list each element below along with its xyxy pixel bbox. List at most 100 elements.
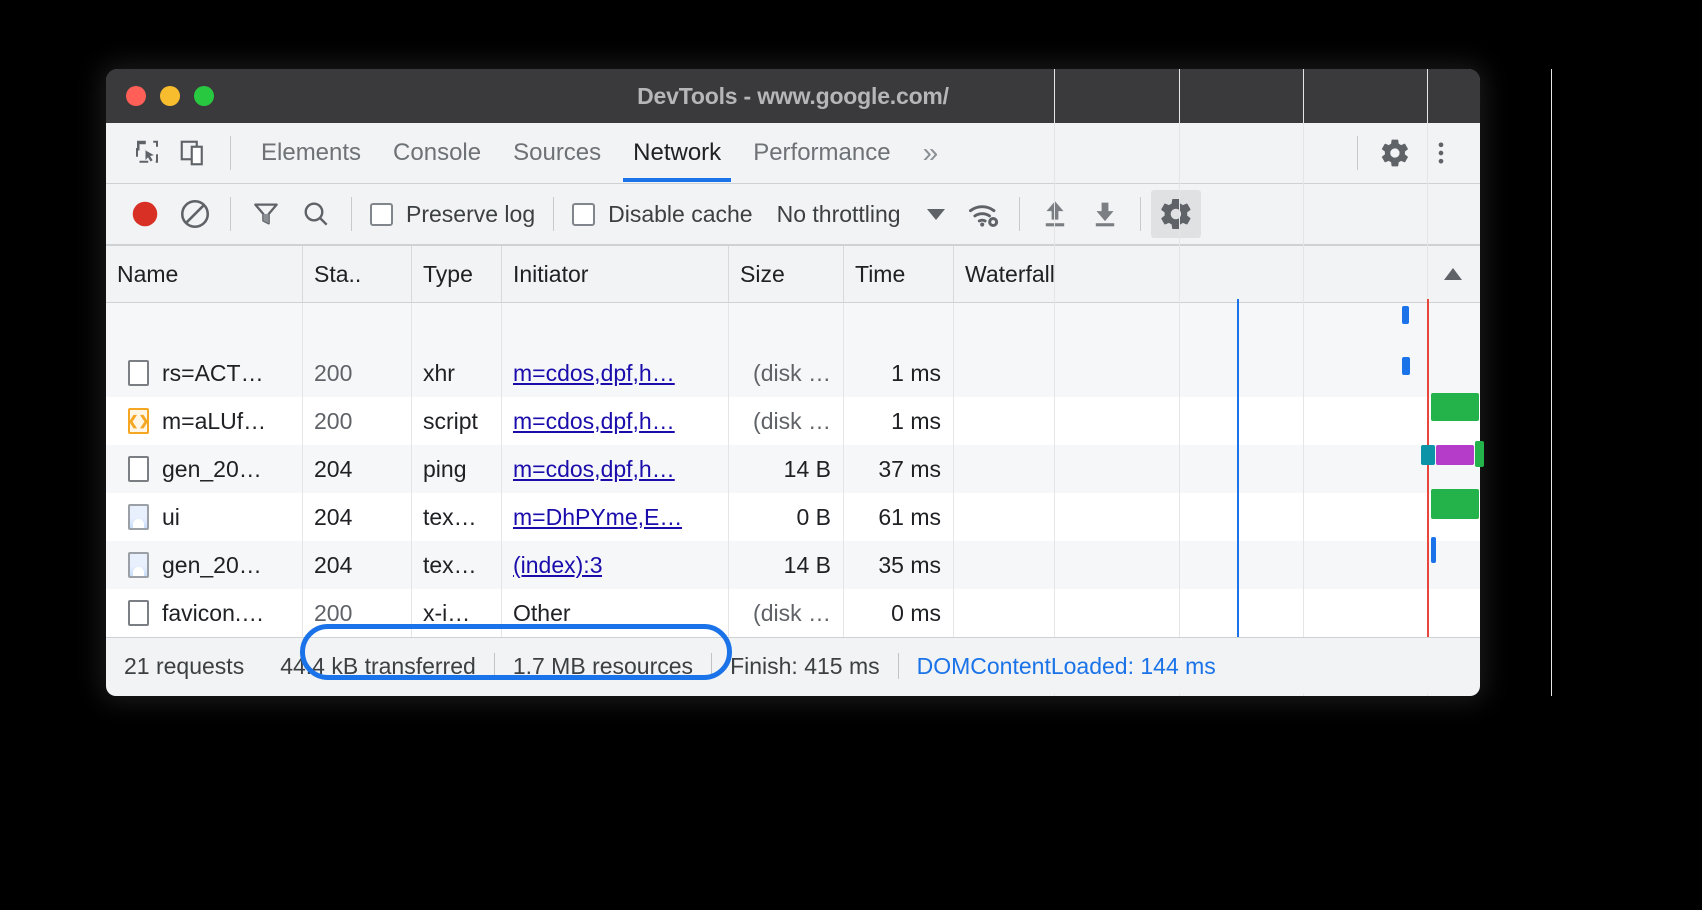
request-initiator[interactable]: (index):3 [502,541,729,589]
network-conditions-icon[interactable] [959,190,1009,238]
devtools-tab-strip: Elements Console Sources Network Perform… [106,123,1480,184]
initiator-text: Other [513,599,571,626]
tabstrip-divider [230,136,231,170]
column-header-size[interactable]: Size [729,246,844,302]
request-name-cell[interactable]: favicon.… [106,589,303,637]
request-initiator[interactable]: m=cdos,dpf,h… [502,349,729,397]
device-toolbar-icon[interactable] [170,132,216,174]
preserve-log-checkbox[interactable]: Preserve log [362,201,543,228]
column-header-type[interactable]: Type [412,246,502,302]
request-name-cell[interactable]: rs=ACT… [106,349,303,397]
request-initiator[interactable]: m=cdos,dpf,h… [502,445,729,493]
initiator-link[interactable]: m=cdos,dpf,h… [513,360,675,387]
network-settings-gear-icon[interactable] [1150,190,1201,238]
request-name-cell[interactable]: gen_20… [106,445,303,493]
toolbar-divider-4 [1018,197,1020,231]
table-row-spacer [106,303,1480,349]
export-har-icon[interactable] [1080,190,1130,238]
file-document-icon [128,552,149,578]
transferred-size: 44.4 kB transferred [280,652,476,679]
toolbar-divider-1 [230,197,231,231]
request-time: 61 ms [844,493,954,541]
column-header-waterfall[interactable]: Waterfall [954,246,1480,302]
inspect-element-icon[interactable] [124,132,170,174]
request-size: (disk … [729,589,844,637]
initiator-link[interactable]: (index):3 [513,552,602,579]
request-initiator[interactable]: m=DhPYme,E… [502,493,729,541]
chevron-down-icon[interactable] [926,208,945,220]
import-har-icon[interactable] [1030,190,1080,238]
request-name-cell[interactable]: gen_20… [106,541,303,589]
request-name: favicon.… [162,599,265,626]
more-tabs-icon[interactable]: » [907,124,955,182]
table-row[interactable]: favicon.… 200 x-i… Other (disk … 0 ms [106,589,1480,637]
table-row[interactable]: gen_20… 204 ping m=cdos,dpf,h… 14 B 37 m… [106,445,1480,493]
request-time: 1 ms [844,349,954,397]
tab-sources[interactable]: Sources [497,124,617,182]
throttling-dropdown[interactable]: No throttling [761,201,945,228]
file-script-icon: ❮❯ [128,408,149,434]
request-type: tex… [412,541,502,589]
tab-label: Network [633,139,722,166]
tab-performance[interactable]: Performance [737,124,906,182]
column-header-status[interactable]: Sta.. [303,246,412,302]
spacer-cell [729,303,844,349]
request-waterfall [954,493,1480,541]
tab-elements[interactable]: Elements [245,124,377,182]
tab-label: Console [393,139,482,166]
filter-icon[interactable] [241,190,291,238]
request-initiator[interactable]: m=cdos,dpf,h… [502,397,729,445]
request-type: xhr [412,349,502,397]
table-row[interactable]: ui 204 tex… m=DhPYme,E… 0 B 61 ms [106,493,1480,541]
request-size: 14 B [729,541,844,589]
tab-network[interactable]: Network [617,124,737,182]
request-size: (disk … [729,349,844,397]
disable-cache-label: Disable cache [608,200,753,227]
table-row[interactable]: rs=ACT… 200 xhr m=cdos,dpf,h… (disk … 1 … [106,349,1480,397]
record-button[interactable] [120,190,170,238]
request-initiator[interactable]: Other [502,589,729,637]
resources-size: 1.7 MB resources [512,652,694,679]
request-size: 0 B [729,493,844,541]
tab-label: Performance [753,139,891,166]
table-row[interactable]: ❮❯ m=aLUf… 200 script m=cdos,dpf,h… (dis… [106,397,1480,445]
tab-console[interactable]: Console [377,124,497,182]
request-time: 35 ms [844,541,954,589]
file-plain-icon [128,456,149,482]
request-status: 204 [303,445,412,493]
request-name: m=aLUf… [162,407,267,434]
requests-table-body[interactable]: rs=ACT… 200 xhr m=cdos,dpf,h… (disk … 1 … [106,303,1480,637]
request-name: rs=ACT… [162,359,264,386]
sort-ascending-icon[interactable] [1444,268,1462,280]
initiator-link[interactable]: m=cdos,dpf,h… [513,456,675,483]
clear-button[interactable] [170,190,220,238]
requests-table-header: Name Sta.. Type Initiator Size Time Wate… [106,245,1480,303]
tabstrip-right-controls [1343,132,1480,174]
column-header-initiator[interactable]: Initiator [502,246,729,302]
initiator-link[interactable]: m=cdos,dpf,h… [513,408,675,435]
table-row[interactable]: gen_20… 204 tex… (index):3 14 B 35 ms [106,541,1480,589]
file-document-icon [128,504,149,530]
search-icon[interactable] [291,190,341,238]
preserve-log-label: Preserve log [406,200,536,227]
disable-cache-checkbox[interactable]: Disable cache [564,201,760,228]
checkbox-box[interactable] [572,202,596,226]
checkbox-box[interactable] [370,202,393,226]
more-options-icon[interactable] [1418,132,1464,174]
file-plain-icon [128,360,149,386]
settings-gear-icon[interactable] [1372,132,1418,174]
request-status: 204 [303,493,412,541]
column-header-name[interactable]: Name [106,246,303,302]
request-name-cell[interactable]: ui [106,493,303,541]
column-header-time[interactable]: Time [844,246,954,302]
request-name: ui [162,503,180,530]
column-header-waterfall-label: Waterfall [965,260,1055,287]
request-name: gen_20… [162,551,262,578]
toolbar-divider-5 [1139,197,1141,231]
request-waterfall [954,589,1480,637]
spacer-cell [502,303,729,349]
initiator-link[interactable]: m=DhPYme,E… [513,504,682,531]
request-status: 200 [303,589,412,637]
network-toolbar: Preserve log Disable cache No throttling [106,184,1480,245]
request-name-cell[interactable]: ❮❯ m=aLUf… [106,397,303,445]
